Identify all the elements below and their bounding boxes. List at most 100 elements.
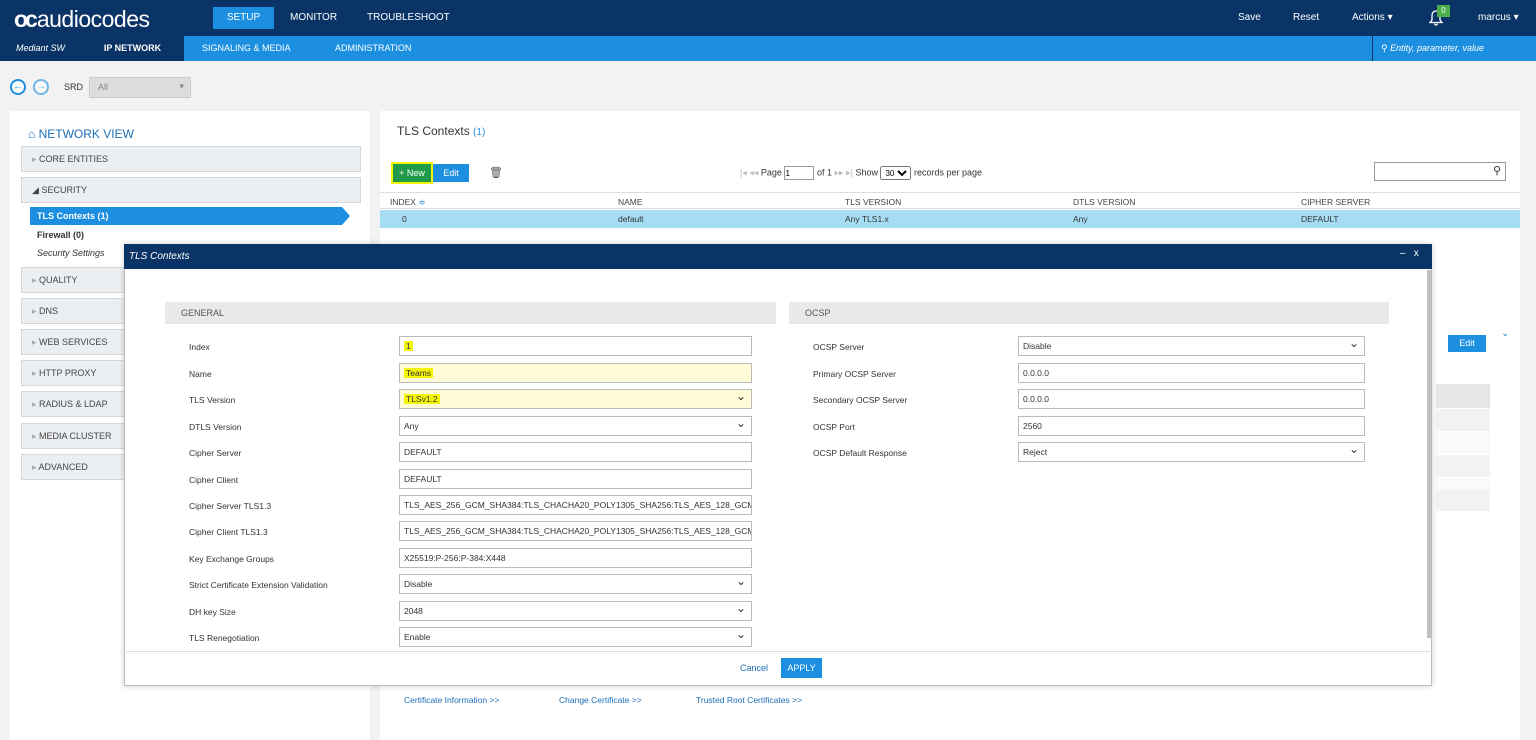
col-dtls-version[interactable]: DTLS VERSION — [1073, 197, 1135, 207]
user-menu[interactable]: marcus ▾ — [1478, 0, 1519, 36]
index-field[interactable]: 1 — [399, 336, 752, 356]
chevron-down-icon: ▾ — [179, 81, 184, 91]
caret-right-icon: ▸ — [32, 154, 37, 164]
search-icon: ⚲ — [1492, 165, 1501, 177]
detail-edit-button[interactable]: Edit — [1448, 335, 1486, 352]
table-header: INDEX ≑ NAME TLS VERSION DTLS VERSION CI… — [380, 192, 1520, 209]
ocsp-server-label: OCSP Server — [813, 342, 865, 352]
dialog-controls[interactable]: – x — [1400, 248, 1419, 259]
nav-tls-contexts[interactable]: TLS Contexts (1) — [30, 207, 350, 225]
close-icon[interactable]: x — [1414, 248, 1419, 259]
per-page-select[interactable]: 30 — [880, 166, 912, 180]
subnav-signaling-media[interactable]: SIGNALING & MEDIA — [202, 36, 291, 61]
change-certificate-link[interactable]: Change Certificate >> — [559, 695, 642, 705]
global-search[interactable]: ⚲ Entity, parameter, value — [1372, 36, 1536, 61]
trusted-root-certificates-link[interactable]: Trusted Root Certificates >> — [696, 695, 802, 705]
save-button[interactable]: Save — [1238, 0, 1261, 36]
new-button[interactable]: + New — [391, 162, 433, 184]
col-index[interactable]: INDEX ≑ — [390, 197, 425, 208]
caret-right-icon: ▸ — [32, 306, 37, 316]
caret-right-icon: ▸ — [32, 275, 37, 285]
cipher-client-field[interactable]: DEFAULT — [399, 469, 752, 489]
section-security[interactable]: ◢ SECURITY — [21, 177, 361, 203]
nav-security-settings[interactable]: Security Settings — [37, 248, 105, 258]
page-title: TLS Contexts (1) — [397, 124, 486, 138]
cipher-server-label: Cipher Server — [189, 448, 242, 458]
secondary-ocsp-server-field[interactable]: 0.0.0.0 — [1018, 389, 1365, 409]
search-icon: ⚲ — [1381, 43, 1388, 53]
nav-setup[interactable]: SETUP — [213, 7, 274, 29]
col-name[interactable]: NAME — [618, 197, 643, 207]
certificate-information-link[interactable]: Certificate Information >> — [404, 695, 499, 705]
col-tls-version[interactable]: TLS VERSION — [845, 197, 901, 207]
section-core-entities[interactable]: ▸ CORE ENTITIES — [21, 146, 361, 172]
cipher-client-tls13-label: Cipher Client TLS1.3 — [189, 527, 268, 537]
notification-badge: 0 — [1437, 5, 1450, 17]
edit-button[interactable]: Edit — [433, 164, 469, 182]
ocsp-default-response-select[interactable]: Reject — [1018, 442, 1365, 462]
trash-icon[interactable]: 🗑 — [489, 166, 503, 179]
detail-row — [1436, 409, 1490, 431]
dtls-version-label: DTLS Version — [189, 422, 242, 432]
cipher-server-field[interactable]: DEFAULT — [399, 442, 752, 462]
minimize-icon[interactable]: – — [1400, 248, 1406, 259]
tls-renegotiation-select[interactable]: Enable — [399, 627, 752, 647]
actions-menu[interactable]: Actions ▾ — [1352, 0, 1393, 36]
dialog-scrollbar[interactable] — [1427, 270, 1431, 638]
strict-cert-validation-select[interactable]: Disable — [399, 574, 752, 594]
cell-dtls-version: Any — [1073, 214, 1088, 224]
page-number-input[interactable] — [784, 166, 815, 180]
ocsp-server-select[interactable]: Disable — [1018, 336, 1365, 356]
table-search-input[interactable]: ⚲ — [1374, 162, 1506, 181]
audiocodes-logo: ocaudiocodes — [14, 6, 150, 32]
table-row[interactable]: 0 default Any TLS1.x Any DEFAULT — [380, 210, 1520, 228]
col-cipher-server[interactable]: CIPHER SERVER — [1301, 197, 1370, 207]
reset-button[interactable]: Reset — [1293, 0, 1319, 36]
back-icon[interactable]: ← — [10, 79, 26, 95]
dialog-footer-divider — [124, 651, 1432, 652]
network-view-title: ⌂ NETWORK VIEW — [28, 127, 134, 141]
cipher-client-label: Cipher Client — [189, 475, 239, 485]
cell-tls-version: Any TLS1.x — [845, 214, 889, 224]
subnav-administration[interactable]: ADMINISTRATION — [335, 36, 411, 61]
caret-right-icon: ▸ — [32, 462, 37, 472]
name-field[interactable]: Teams — [399, 363, 752, 383]
primary-ocsp-server-field[interactable]: 0.0.0.0 — [1018, 363, 1365, 383]
pagination: |◂ ◂◂ Page of 1 ▸▸ ▸| Show 30 records pe… — [740, 166, 982, 180]
dh-key-size-label: DH key Size — [189, 607, 236, 617]
nav-troubleshoot[interactable]: TROUBLESHOOT — [367, 0, 450, 36]
cipher-client-tls13-field[interactable]: TLS_AES_256_GCM_SHA384:TLS_CHACHA20_POLY… — [399, 521, 752, 541]
tls-version-label: TLS Version — [189, 395, 236, 405]
cipher-server-tls13-field[interactable]: TLS_AES_256_GCM_SHA384:TLS_CHACHA20_POLY… — [399, 495, 752, 515]
caret-right-icon: ▸ — [32, 368, 37, 378]
nav-monitor[interactable]: MONITOR — [290, 0, 337, 36]
dtls-version-select[interactable]: Any — [399, 416, 752, 436]
tls-version-select[interactable]: TLSv1.2 — [399, 389, 752, 409]
caret-right-icon: ▸ — [32, 337, 37, 347]
ocsp-section-header: OCSP — [789, 302, 1389, 324]
home-icon: ⌂ — [28, 127, 36, 141]
subnav-ip-network[interactable]: IP NETWORK — [81, 36, 184, 61]
key-exchange-groups-field[interactable]: X25519:P-256:P-384:X448 — [399, 548, 752, 568]
chevron-down-icon[interactable]: ⌄ — [1501, 328, 1509, 339]
cancel-button[interactable]: Cancel — [740, 663, 768, 673]
detail-row — [1436, 432, 1490, 454]
product-label: Mediant SW — [0, 36, 81, 61]
caret-right-icon: ▸ — [32, 399, 37, 409]
cell-cipher-server: DEFAULT — [1301, 214, 1339, 224]
forward-icon[interactable]: → — [33, 79, 49, 95]
ocsp-port-field[interactable]: 2560 — [1018, 416, 1365, 436]
cipher-server-tls13-label: Cipher Server TLS1.3 — [189, 501, 272, 511]
nav-firewall[interactable]: Firewall (0) — [37, 230, 84, 240]
index-label: Index — [189, 342, 210, 352]
apply-button[interactable]: APPLY — [781, 658, 822, 678]
strict-cert-validation-label: Strict Certificate Extension Validation — [189, 580, 328, 590]
secondary-ocsp-server-label: Secondary OCSP Server — [813, 395, 908, 405]
dh-key-size-select[interactable]: 2048 — [399, 601, 752, 621]
srd-select[interactable]: All ▾ — [89, 77, 191, 98]
detail-row — [1436, 384, 1490, 408]
general-section-header: GENERAL — [165, 302, 776, 324]
first-page-icon[interactable]: |◂ ◂◂ — [740, 168, 758, 178]
last-page-icon[interactable]: ▸▸ ▸| — [835, 168, 853, 178]
caret-right-icon: ▸ — [32, 431, 37, 441]
